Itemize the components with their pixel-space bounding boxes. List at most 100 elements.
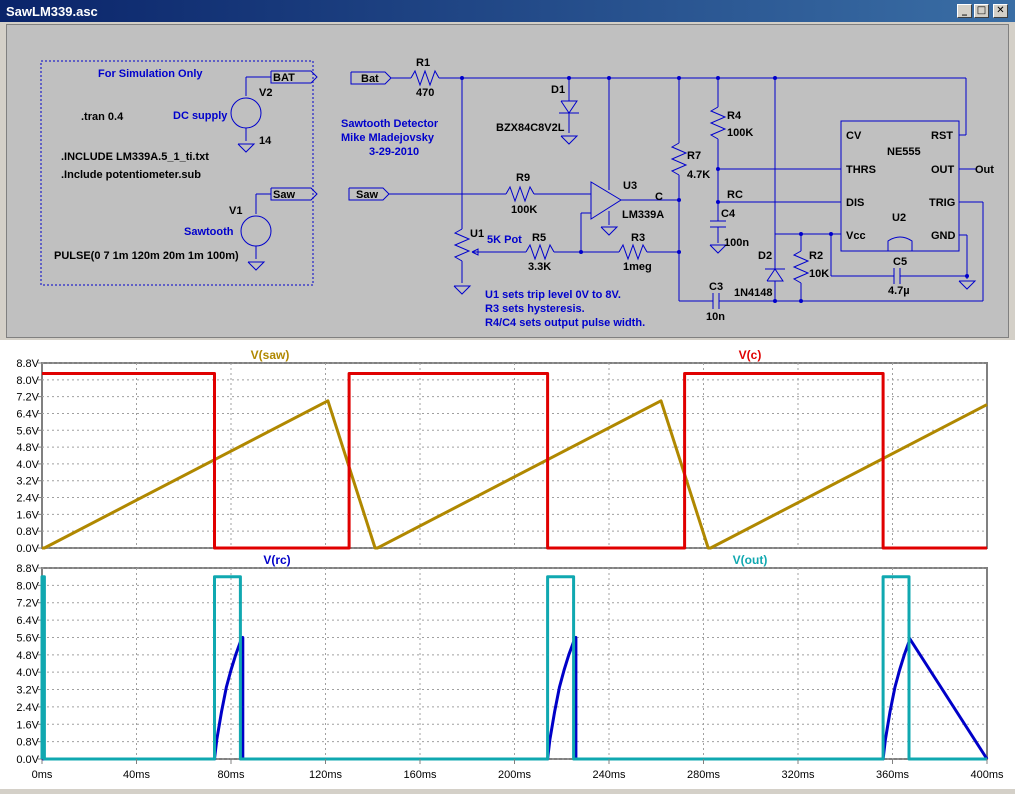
minimize-button[interactable]: _ (957, 4, 972, 18)
y-tick-label: 1.6V (16, 509, 39, 521)
y-tick-label: 0.0V (16, 543, 39, 555)
d1-ref: D1 (551, 84, 565, 96)
upper-plot-pane[interactable]: 0.0V 0.8V 1.6V 2.4V 3.2V 4.0V 4.8V 5.6V 6.4V 7.2V… (16, 348, 988, 555)
bat-input-label: Bat (361, 73, 379, 85)
title-line-2: Mike Mladejovsky (341, 132, 435, 144)
x-tick-label: 0ms (32, 769, 53, 781)
legend-vrc[interactable]: V(rc) (263, 553, 290, 567)
x-tick-label: 80ms (218, 769, 245, 781)
pin-rst: RST (931, 130, 953, 142)
c4-value: 100n (724, 237, 749, 249)
c5-value: 4.7µ (888, 285, 910, 297)
y-tick-label: 8.0V (16, 375, 39, 387)
y-tick-label: 7.2V (16, 598, 39, 610)
x-tick-label: 120ms (309, 769, 343, 781)
note-2: R3 sets hysteresis. (485, 303, 585, 315)
c5-ref: C5 (893, 256, 907, 268)
legend-vsaw[interactable]: V(saw) (251, 348, 290, 362)
y-tick-label: 3.2V (16, 476, 39, 488)
y-tick-label: 4.8V (16, 442, 39, 454)
u1-value: 5K Pot (487, 234, 522, 246)
node-c-label: C (655, 191, 663, 203)
pin-cv: CV (846, 130, 862, 142)
x-tick-label: 360ms (876, 769, 910, 781)
saw-input-label: Saw (356, 189, 378, 201)
x-tick-label: 320ms (781, 769, 815, 781)
bat-port-label: BAT (273, 72, 295, 84)
dc-supply-label: DC supply (173, 110, 228, 122)
u3-ref: U3 (623, 180, 637, 192)
pin-gnd: GND (931, 230, 956, 242)
schematic-pane[interactable]: For Simulation Only .tran 0.4 .INCLUDE L… (6, 24, 1009, 338)
y-tick-label: 1.6V (16, 719, 39, 731)
r5-ref: R5 (532, 232, 546, 244)
title-line-3: 3-29-2010 (369, 146, 419, 158)
y-tick-label: 8.8V (16, 563, 39, 575)
y-tick-label: 6.4V (16, 615, 39, 627)
c4-ref: C4 (721, 208, 736, 220)
y-tick-label: 7.2V (16, 392, 39, 404)
c3-value: 10n (706, 311, 725, 323)
y-tick-label: 4.0V (16, 459, 39, 471)
title-line-1: Sawtooth Detector (341, 118, 439, 130)
y-tick-label: 0.0V (16, 754, 39, 766)
r3-ref: R3 (631, 232, 645, 244)
v2-ref: V2 (259, 87, 272, 99)
y-tick-label: 5.6V (16, 632, 39, 644)
y-tick-label: 4.8V (16, 650, 39, 662)
legend-vc[interactable]: V(c) (739, 348, 762, 362)
pin-vcc: Vcc (846, 230, 866, 242)
waveform-pane[interactable]: 0.0V 0.8V 1.6V 2.4V 3.2V 4.0V 4.8V 5.6V 6.4V 7.2V… (0, 340, 1015, 789)
r1-ref: R1 (416, 57, 430, 69)
pin-dis: DIS (846, 197, 864, 209)
y-tick-label: 3.2V (16, 685, 39, 697)
legend-vout[interactable]: V(out) (733, 553, 768, 567)
maximize-button[interactable]: □ (974, 4, 989, 18)
u1-ref: U1 (470, 228, 484, 240)
v2-value: 14 (259, 135, 272, 147)
x-tick-label: 240ms (592, 769, 626, 781)
r3-value: 1meg (623, 261, 652, 273)
x-tick-label: 200ms (498, 769, 532, 781)
close-button[interactable]: ✕ (993, 4, 1008, 18)
r2-value: 10K (809, 268, 829, 280)
r4-value: 100K (727, 127, 753, 139)
sim-box-title: For Simulation Only (98, 68, 203, 80)
pin-trig: TRIG (929, 197, 955, 209)
pulse-spec: PULSE(0 7 1m 120m 20m 1m 100m) (54, 250, 239, 262)
node-rc-label: RC (727, 189, 743, 201)
r9-ref: R9 (516, 172, 530, 184)
directive-include-pot: .Include potentiometer.sub (61, 169, 201, 181)
saw-port-label: Saw (273, 189, 295, 201)
pin-thrs: THRS (846, 164, 876, 176)
r7-ref: R7 (687, 150, 701, 162)
u3-value: LM339A (622, 209, 664, 221)
r1-value: 470 (416, 87, 434, 99)
r4-ref: R4 (727, 110, 742, 122)
directive-include: .INCLUDE LM339A.5_1_ti.txt (61, 151, 209, 163)
time-axis: 0ms 40ms 80ms 120ms 160ms 200ms 240ms 280ms 320m… (32, 759, 1004, 781)
note-1: U1 sets trip level 0V to 8V. (485, 289, 621, 301)
note-3: R4/C4 sets output pulse width. (485, 317, 645, 329)
d2-value: 1N4148 (734, 287, 773, 299)
d1-value: BZX84C8V2L (496, 122, 565, 134)
window-title: SawLM339.asc (6, 4, 98, 19)
window-titlebar: SawLM339.asc _ □ ✕ (0, 0, 1015, 22)
lower-plot-pane[interactable]: 0.0V 0.8V 1.6V 2.4V 3.2V 4.0V 4.8V 5.6V 6.4V 7.2V… (16, 553, 989, 766)
d2-ref: D2 (758, 250, 772, 262)
x-tick-label: 400ms (970, 769, 1004, 781)
schematic-drawing: For Simulation Only .tran 0.4 .INCLUDE L… (40, 57, 994, 329)
sawtooth-label: Sawtooth (184, 226, 234, 238)
u2-ref: U2 (892, 212, 906, 224)
y-tick-label: 8.8V (16, 358, 39, 370)
x-tick-label: 160ms (403, 769, 437, 781)
y-tick-label: 2.4V (16, 702, 39, 714)
c3-ref: C3 (709, 281, 723, 293)
y-tick-label: 4.0V (16, 667, 39, 679)
r7-value: 4.7K (687, 169, 710, 181)
y-tick-label: 0.8V (16, 737, 39, 749)
out-label: Out (975, 164, 994, 176)
r5-value: 3.3K (528, 261, 551, 273)
r9-value: 100K (511, 204, 537, 216)
y-tick-label: 5.6V (16, 425, 39, 437)
